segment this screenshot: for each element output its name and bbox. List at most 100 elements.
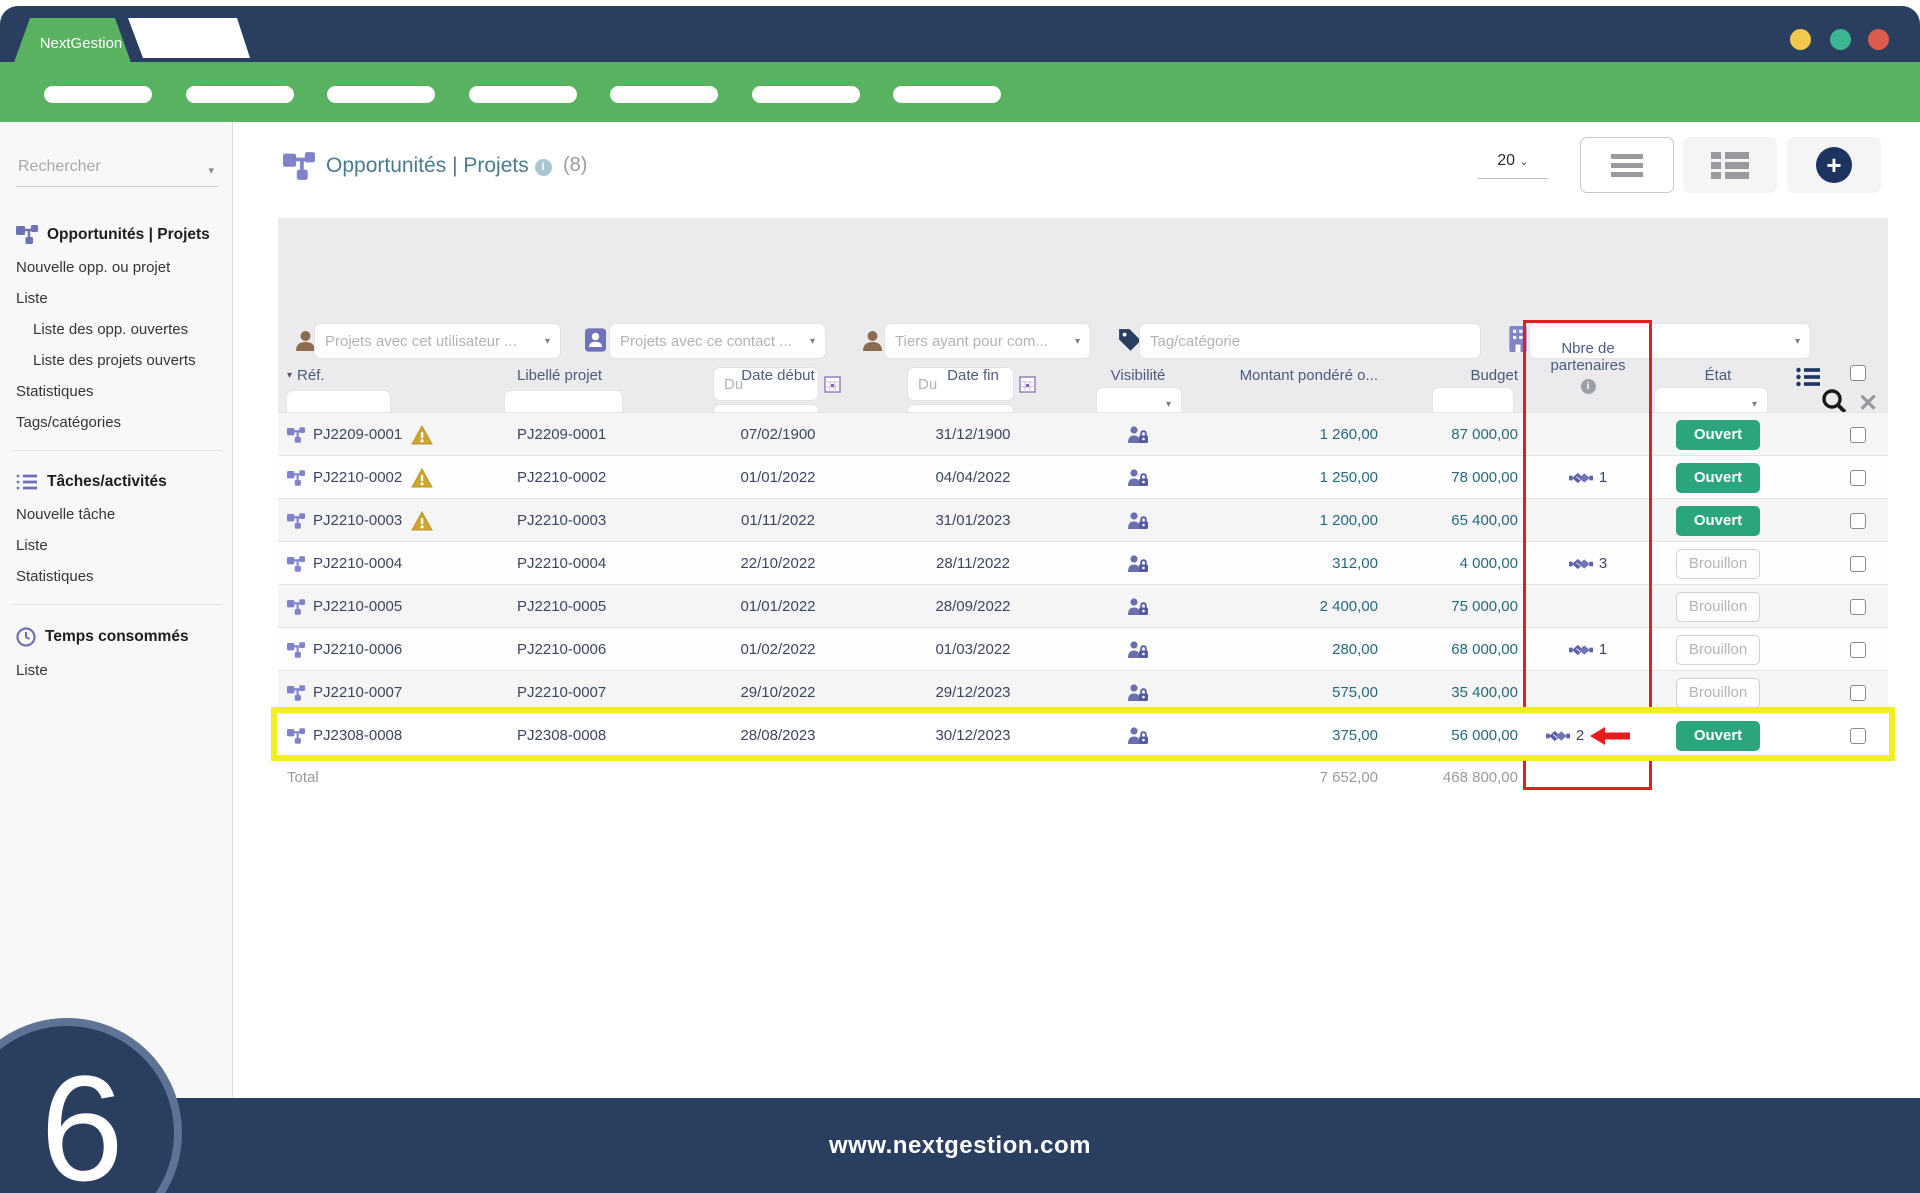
hamburger-icon [1607,152,1647,178]
nav-item-redacted[interactable] [893,86,1001,103]
table-row[interactable]: PJ2209-0001PJ2209-000107/02/190031/12/19… [278,412,1888,455]
table-row[interactable]: PJ2210-0004PJ2210-000422/10/202228/11/20… [278,541,1888,584]
row-state[interactable]: Ouvert [1653,456,1783,499]
row-ref[interactable]: PJ2210-0007 [287,671,517,714]
sidebar-item[interactable]: Nouvelle tâche [16,499,218,530]
sidebar-search-select[interactable]: Rechercher ▾ [16,152,218,187]
sidebar-item[interactable]: Statistiques [16,376,218,407]
table-body: PJ2209-0001PJ2209-000107/02/190031/12/19… [278,412,1888,756]
row-state[interactable]: Brouillon [1653,585,1783,628]
row-ref[interactable]: PJ2210-0005 [287,585,517,628]
row-checkbox[interactable] [1850,642,1866,658]
grid-view-button[interactable] [1683,137,1777,193]
row-state[interactable]: Brouillon [1653,671,1783,714]
sidebar-item[interactable]: Nouvelle opp. ou projet [16,252,218,283]
column-start[interactable]: Date début [693,367,863,384]
column-amount[interactable]: Montant pondéré o... [1213,367,1378,384]
window-dot-yellow-icon[interactable] [1790,29,1811,50]
page-size-select[interactable]: 20 ⌄ [1478,152,1548,179]
column-budget[interactable]: Budget [1383,367,1518,384]
row-checkbox[interactable] [1850,685,1866,701]
row-checkbox-cell[interactable] [1838,671,1878,714]
info-icon[interactable]: i [535,159,552,176]
row-checkbox[interactable] [1850,599,1866,615]
footer-url: www.nextgestion.com [829,1132,1091,1160]
sidebar-section-title[interactable]: Temps consommés [16,619,218,655]
row-state[interactable]: Brouillon [1653,542,1783,585]
column-visibility[interactable]: Visibilité [1073,367,1203,384]
sidebar-item[interactable]: Statistiques [16,561,218,592]
nav-item-redacted[interactable] [44,86,152,103]
window-dot-green-icon[interactable] [1830,29,1851,50]
row-partners: 1 [1528,628,1648,671]
nav-item-redacted[interactable] [752,86,860,103]
table-row[interactable]: PJ2210-0006PJ2210-000601/02/202201/03/20… [278,627,1888,670]
sitemap-icon [287,427,305,443]
row-budget: 65 400,00 [1383,499,1518,542]
footer: www.nextgestion.com [0,1098,1920,1193]
sidebar-section-title[interactable]: Tâches/activités [16,465,218,499]
row-checkbox-cell[interactable] [1838,413,1878,456]
secondary-tab[interactable] [128,18,250,58]
row-ref[interactable]: PJ2210-0003 [287,499,517,542]
sidebar-item[interactable]: Liste des opp. ouvertes [16,314,218,345]
row-checkbox-cell[interactable] [1838,456,1878,499]
row-budget: 4 000,00 [1383,542,1518,585]
row-actions-icon[interactable] [1796,367,1826,387]
window-dot-red-icon[interactable] [1868,29,1889,50]
nav-item-redacted[interactable] [186,86,294,103]
row-ref[interactable]: PJ2209-0001 [287,413,517,456]
row-end-date: 29/12/2023 [883,671,1063,714]
row-partners: 3 [1528,542,1648,585]
table-row[interactable]: PJ2210-0003PJ2210-000301/11/202231/01/20… [278,498,1888,541]
table-row[interactable]: PJ2308-0008PJ2308-000828/08/202330/12/20… [278,713,1888,756]
row-partners [1528,671,1648,714]
row-state[interactable]: Brouillon [1653,628,1783,671]
row-state[interactable]: Ouvert [1653,714,1783,757]
row-checkbox-cell[interactable] [1838,714,1878,757]
grid-icon [1709,150,1751,180]
table-row[interactable]: PJ2210-0005PJ2210-000501/01/202228/09/20… [278,584,1888,627]
sidebar-item[interactable]: Liste [16,530,218,561]
row-start-date: 01/01/2022 [693,585,863,628]
row-checkbox[interactable] [1850,513,1866,529]
row-ref[interactable]: PJ2210-0004 [287,542,517,585]
column-state[interactable]: État [1653,367,1783,384]
sidebar-item[interactable]: Liste [16,655,218,686]
select-all-checkbox[interactable] [1850,365,1866,381]
column-ref[interactable]: ▾ Réf. [287,367,517,384]
tasks-icon [16,473,38,491]
sidebar-item[interactable]: Liste [16,283,218,314]
info-icon[interactable]: i [1581,379,1596,394]
row-checkbox[interactable] [1850,427,1866,443]
row-start-date: 22/10/2022 [693,542,863,585]
row-state[interactable]: Ouvert [1653,413,1783,456]
sidebar-item[interactable]: Tags/catégories [16,407,218,438]
row-end-date: 31/01/2023 [883,499,1063,542]
row-state[interactable]: Ouvert [1653,499,1783,542]
row-ref[interactable]: PJ2210-0006 [287,628,517,671]
column-label[interactable]: Libellé projet [517,367,687,384]
list-view-button[interactable] [1580,137,1674,193]
column-end[interactable]: Date fin [883,367,1063,384]
status-badge: Ouvert [1676,721,1760,751]
row-ref[interactable]: PJ2210-0002 [287,456,517,499]
add-button[interactable]: + [1787,137,1881,193]
table-row[interactable]: PJ2210-0002PJ2210-000201/01/202204/04/20… [278,455,1888,498]
plus-icon: + [1816,147,1852,183]
table-row[interactable]: PJ2210-0007PJ2210-000729/10/202229/12/20… [278,670,1888,713]
row-checkbox-cell[interactable] [1838,542,1878,585]
row-ref[interactable]: PJ2308-0008 [287,714,517,757]
row-checkbox[interactable] [1850,556,1866,572]
nav-item-redacted[interactable] [610,86,718,103]
nav-item-redacted[interactable] [469,86,577,103]
row-checkbox[interactable] [1850,470,1866,486]
nav-item-redacted[interactable] [327,86,435,103]
row-checkbox-cell[interactable] [1838,628,1878,671]
row-checkbox-cell[interactable] [1838,499,1878,542]
sidebar-item[interactable]: Liste des projets ouverts [16,345,218,376]
column-partners[interactable]: Nbre de partenaires i [1528,340,1648,394]
row-checkbox[interactable] [1850,728,1866,744]
row-checkbox-cell[interactable] [1838,585,1878,628]
sidebar-section-title[interactable]: Opportunités | Projets [16,217,218,252]
